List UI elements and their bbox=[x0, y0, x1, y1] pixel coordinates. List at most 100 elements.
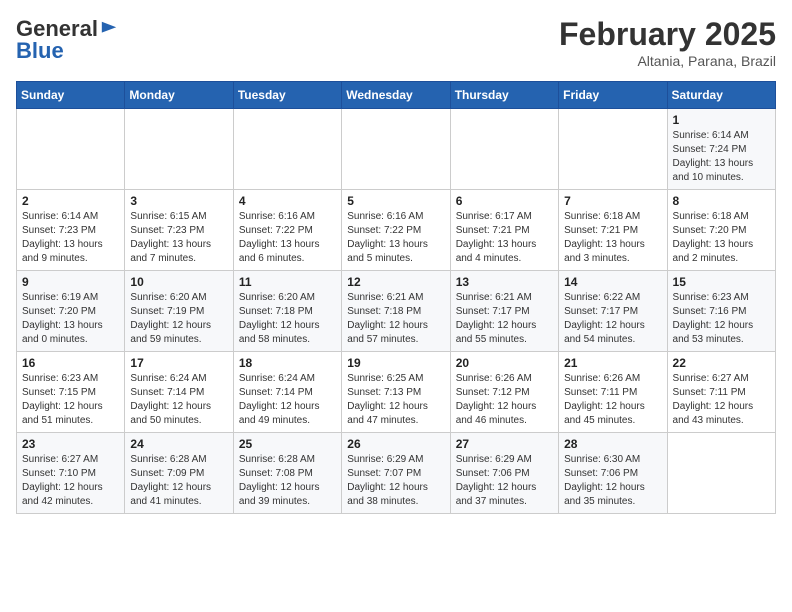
day-info: Sunrise: 6:25 AM Sunset: 7:13 PM Dayligh… bbox=[347, 372, 444, 428]
day-info: Sunrise: 6:28 AM Sunset: 7:09 PM Dayligh… bbox=[130, 453, 227, 509]
header-tuesday: Tuesday bbox=[233, 82, 341, 109]
day-info: Sunrise: 6:23 AM Sunset: 7:16 PM Dayligh… bbox=[673, 291, 770, 347]
day-number: 7 bbox=[564, 194, 661, 208]
day-number: 20 bbox=[456, 356, 553, 370]
table-row bbox=[450, 109, 558, 190]
day-number: 2 bbox=[22, 194, 119, 208]
day-info: Sunrise: 6:26 AM Sunset: 7:12 PM Dayligh… bbox=[456, 372, 553, 428]
day-info: Sunrise: 6:16 AM Sunset: 7:22 PM Dayligh… bbox=[239, 210, 336, 266]
table-row: 28 Sunrise: 6:30 AM Sunset: 7:06 PM Dayli… bbox=[559, 433, 667, 514]
day-number: 3 bbox=[130, 194, 227, 208]
table-row bbox=[667, 433, 775, 514]
week-row-1: 2 Sunrise: 6:14 AM Sunset: 7:23 PM Daylig… bbox=[17, 190, 776, 271]
header-saturday: Saturday bbox=[667, 82, 775, 109]
header-wednesday: Wednesday bbox=[342, 82, 450, 109]
table-row: 5 Sunrise: 6:16 AM Sunset: 7:22 PM Daylig… bbox=[342, 190, 450, 271]
day-number: 13 bbox=[456, 275, 553, 289]
day-info: Sunrise: 6:26 AM Sunset: 7:11 PM Dayligh… bbox=[564, 372, 661, 428]
table-row: 10 Sunrise: 6:20 AM Sunset: 7:19 PM Dayli… bbox=[125, 271, 233, 352]
table-row: 13 Sunrise: 6:21 AM Sunset: 7:17 PM Dayli… bbox=[450, 271, 558, 352]
day-number: 24 bbox=[130, 437, 227, 451]
day-info: Sunrise: 6:15 AM Sunset: 7:23 PM Dayligh… bbox=[130, 210, 227, 266]
header-thursday: Thursday bbox=[450, 82, 558, 109]
table-row bbox=[559, 109, 667, 190]
table-row: 16 Sunrise: 6:23 AM Sunset: 7:15 PM Dayli… bbox=[17, 352, 125, 433]
logo: General Blue bbox=[16, 16, 118, 64]
day-info: Sunrise: 6:29 AM Sunset: 7:07 PM Dayligh… bbox=[347, 453, 444, 509]
day-info: Sunrise: 6:30 AM Sunset: 7:06 PM Dayligh… bbox=[564, 453, 661, 509]
table-row: 26 Sunrise: 6:29 AM Sunset: 7:07 PM Dayli… bbox=[342, 433, 450, 514]
day-info: Sunrise: 6:21 AM Sunset: 7:18 PM Dayligh… bbox=[347, 291, 444, 347]
day-number: 19 bbox=[347, 356, 444, 370]
day-info: Sunrise: 6:29 AM Sunset: 7:06 PM Dayligh… bbox=[456, 453, 553, 509]
day-info: Sunrise: 6:24 AM Sunset: 7:14 PM Dayligh… bbox=[130, 372, 227, 428]
day-info: Sunrise: 6:14 AM Sunset: 7:24 PM Dayligh… bbox=[673, 129, 770, 185]
table-row: 9 Sunrise: 6:19 AM Sunset: 7:20 PM Daylig… bbox=[17, 271, 125, 352]
table-row: 21 Sunrise: 6:26 AM Sunset: 7:11 PM Dayli… bbox=[559, 352, 667, 433]
day-number: 26 bbox=[347, 437, 444, 451]
logo-flag-icon bbox=[100, 20, 118, 38]
table-row: 8 Sunrise: 6:18 AM Sunset: 7:20 PM Daylig… bbox=[667, 190, 775, 271]
day-number: 18 bbox=[239, 356, 336, 370]
day-number: 21 bbox=[564, 356, 661, 370]
day-number: 6 bbox=[456, 194, 553, 208]
table-row bbox=[17, 109, 125, 190]
table-row bbox=[233, 109, 341, 190]
day-info: Sunrise: 6:28 AM Sunset: 7:08 PM Dayligh… bbox=[239, 453, 336, 509]
table-row: 25 Sunrise: 6:28 AM Sunset: 7:08 PM Dayli… bbox=[233, 433, 341, 514]
day-number: 9 bbox=[22, 275, 119, 289]
table-row: 4 Sunrise: 6:16 AM Sunset: 7:22 PM Daylig… bbox=[233, 190, 341, 271]
day-number: 25 bbox=[239, 437, 336, 451]
day-number: 8 bbox=[673, 194, 770, 208]
table-row: 18 Sunrise: 6:24 AM Sunset: 7:14 PM Dayli… bbox=[233, 352, 341, 433]
table-row: 17 Sunrise: 6:24 AM Sunset: 7:14 PM Dayli… bbox=[125, 352, 233, 433]
table-row: 6 Sunrise: 6:17 AM Sunset: 7:21 PM Daylig… bbox=[450, 190, 558, 271]
week-row-4: 23Sunrise: 6:27 AM Sunset: 7:10 PM Dayli… bbox=[17, 433, 776, 514]
day-info: Sunrise: 6:17 AM Sunset: 7:21 PM Dayligh… bbox=[456, 210, 553, 266]
header-friday: Friday bbox=[559, 82, 667, 109]
table-row: 11Sunrise: 6:20 AM Sunset: 7:18 PM Dayli… bbox=[233, 271, 341, 352]
table-row: 2 Sunrise: 6:14 AM Sunset: 7:23 PM Daylig… bbox=[17, 190, 125, 271]
table-row: 1Sunrise: 6:14 AM Sunset: 7:24 PM Daylig… bbox=[667, 109, 775, 190]
day-number: 16 bbox=[22, 356, 119, 370]
table-row: 3 Sunrise: 6:15 AM Sunset: 7:23 PM Daylig… bbox=[125, 190, 233, 271]
day-info: Sunrise: 6:24 AM Sunset: 7:14 PM Dayligh… bbox=[239, 372, 336, 428]
day-info: Sunrise: 6:18 AM Sunset: 7:20 PM Dayligh… bbox=[673, 210, 770, 266]
day-number: 27 bbox=[456, 437, 553, 451]
day-info: Sunrise: 6:19 AM Sunset: 7:20 PM Dayligh… bbox=[22, 291, 119, 347]
day-number: 28 bbox=[564, 437, 661, 451]
week-row-2: 9 Sunrise: 6:19 AM Sunset: 7:20 PM Daylig… bbox=[17, 271, 776, 352]
day-number: 5 bbox=[347, 194, 444, 208]
day-info: Sunrise: 6:20 AM Sunset: 7:18 PM Dayligh… bbox=[239, 291, 336, 347]
table-row: 14Sunrise: 6:22 AM Sunset: 7:17 PM Dayli… bbox=[559, 271, 667, 352]
day-info: Sunrise: 6:20 AM Sunset: 7:19 PM Dayligh… bbox=[130, 291, 227, 347]
day-info: Sunrise: 6:18 AM Sunset: 7:21 PM Dayligh… bbox=[564, 210, 661, 266]
table-row: 23Sunrise: 6:27 AM Sunset: 7:10 PM Dayli… bbox=[17, 433, 125, 514]
table-row bbox=[342, 109, 450, 190]
calendar-subtitle: Altania, Parana, Brazil bbox=[559, 53, 776, 69]
table-row: 7 Sunrise: 6:18 AM Sunset: 7:21 PM Daylig… bbox=[559, 190, 667, 271]
header-monday: Monday bbox=[125, 82, 233, 109]
table-row: 19 Sunrise: 6:25 AM Sunset: 7:13 PM Dayli… bbox=[342, 352, 450, 433]
table-row: 12 Sunrise: 6:21 AM Sunset: 7:18 PM Dayli… bbox=[342, 271, 450, 352]
table-row bbox=[125, 109, 233, 190]
day-number: 14 bbox=[564, 275, 661, 289]
day-info: Sunrise: 6:14 AM Sunset: 7:23 PM Dayligh… bbox=[22, 210, 119, 266]
day-number: 10 bbox=[130, 275, 227, 289]
header-sunday: Sunday bbox=[17, 82, 125, 109]
week-row-3: 16 Sunrise: 6:23 AM Sunset: 7:15 PM Dayli… bbox=[17, 352, 776, 433]
day-info: Sunrise: 6:27 AM Sunset: 7:10 PM Dayligh… bbox=[22, 453, 119, 509]
calendar-table: Sunday Monday Tuesday Wednesday Thursday… bbox=[16, 81, 776, 514]
table-row: 24 Sunrise: 6:28 AM Sunset: 7:09 PM Dayli… bbox=[125, 433, 233, 514]
page-header: General Blue February 2025 Altania, Para… bbox=[16, 16, 776, 69]
calendar-header-row: Sunday Monday Tuesday Wednesday Thursday… bbox=[17, 82, 776, 109]
day-info: Sunrise: 6:21 AM Sunset: 7:17 PM Dayligh… bbox=[456, 291, 553, 347]
day-number: 4 bbox=[239, 194, 336, 208]
day-info: Sunrise: 6:16 AM Sunset: 7:22 PM Dayligh… bbox=[347, 210, 444, 266]
day-number: 12 bbox=[347, 275, 444, 289]
day-number: 17 bbox=[130, 356, 227, 370]
table-row: 27 Sunrise: 6:29 AM Sunset: 7:06 PM Dayli… bbox=[450, 433, 558, 514]
day-info: Sunrise: 6:23 AM Sunset: 7:15 PM Dayligh… bbox=[22, 372, 119, 428]
day-number: 22 bbox=[673, 356, 770, 370]
table-row: 15Sunrise: 6:23 AM Sunset: 7:16 PM Dayli… bbox=[667, 271, 775, 352]
